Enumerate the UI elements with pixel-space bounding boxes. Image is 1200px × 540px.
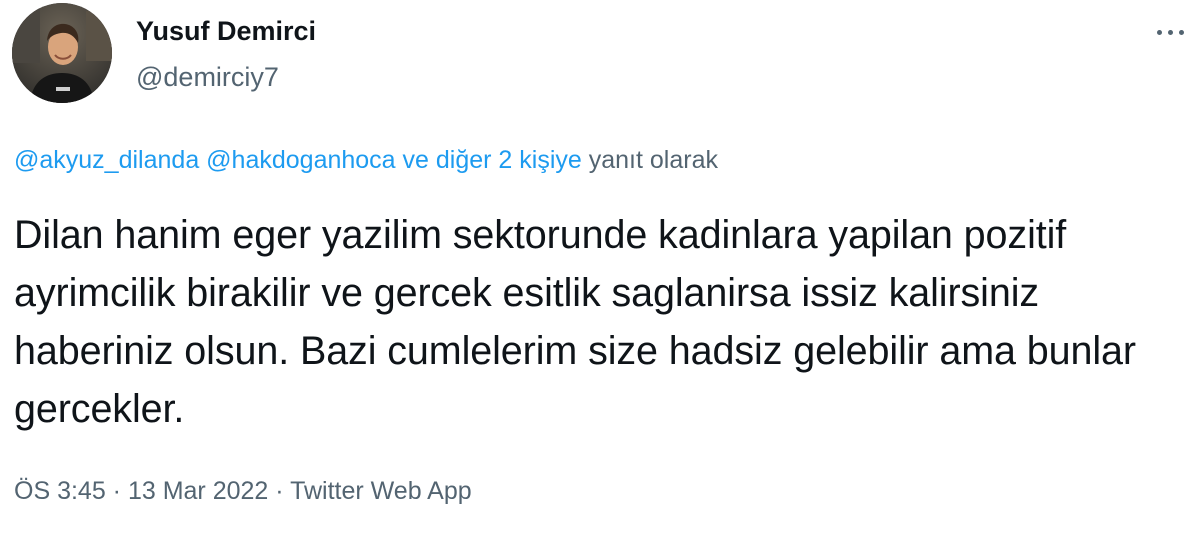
avatar[interactable] — [12, 3, 112, 103]
tweet-card: Yusuf Demirci @demirciy7 @akyuz_dilanda … — [0, 0, 1200, 540]
more-dot — [1178, 29, 1184, 35]
tweet-time[interactable]: ÖS 3:45 — [14, 477, 106, 505]
mention-akyuz-dilanda[interactable]: @akyuz_dilanda — [14, 146, 199, 174]
reply-context: @akyuz_dilanda @hakdoganhoca ve diğer 2 … — [14, 146, 718, 175]
reply-others-link[interactable]: ve diğer 2 kişiye — [403, 146, 582, 174]
display-name[interactable]: Yusuf Demirci — [136, 16, 316, 47]
mention-hakdoganhoca[interactable]: @hakdoganhoca — [206, 146, 395, 174]
user-handle[interactable]: @demirciy7 — [136, 62, 279, 93]
tweet-text: Dilan hanim eger yazilim sektorunde kadi… — [14, 213, 1136, 431]
tweet-date[interactable]: 13 Mar 2022 — [128, 477, 268, 505]
more-dot — [1167, 29, 1173, 35]
reply-suffix: yanıt olarak — [588, 146, 718, 174]
meta-separator: · — [268, 477, 291, 505]
more-dot — [1156, 29, 1162, 35]
more-horizontal-icon[interactable] — [1148, 22, 1192, 42]
meta-separator: · — [105, 477, 128, 505]
tweet-meta: ÖS 3:45 · 13 Mar 2022 · Twitter Web App — [14, 477, 472, 506]
tweet-source[interactable]: Twitter Web App — [290, 477, 472, 505]
avatar-photo-icon — [12, 3, 112, 103]
